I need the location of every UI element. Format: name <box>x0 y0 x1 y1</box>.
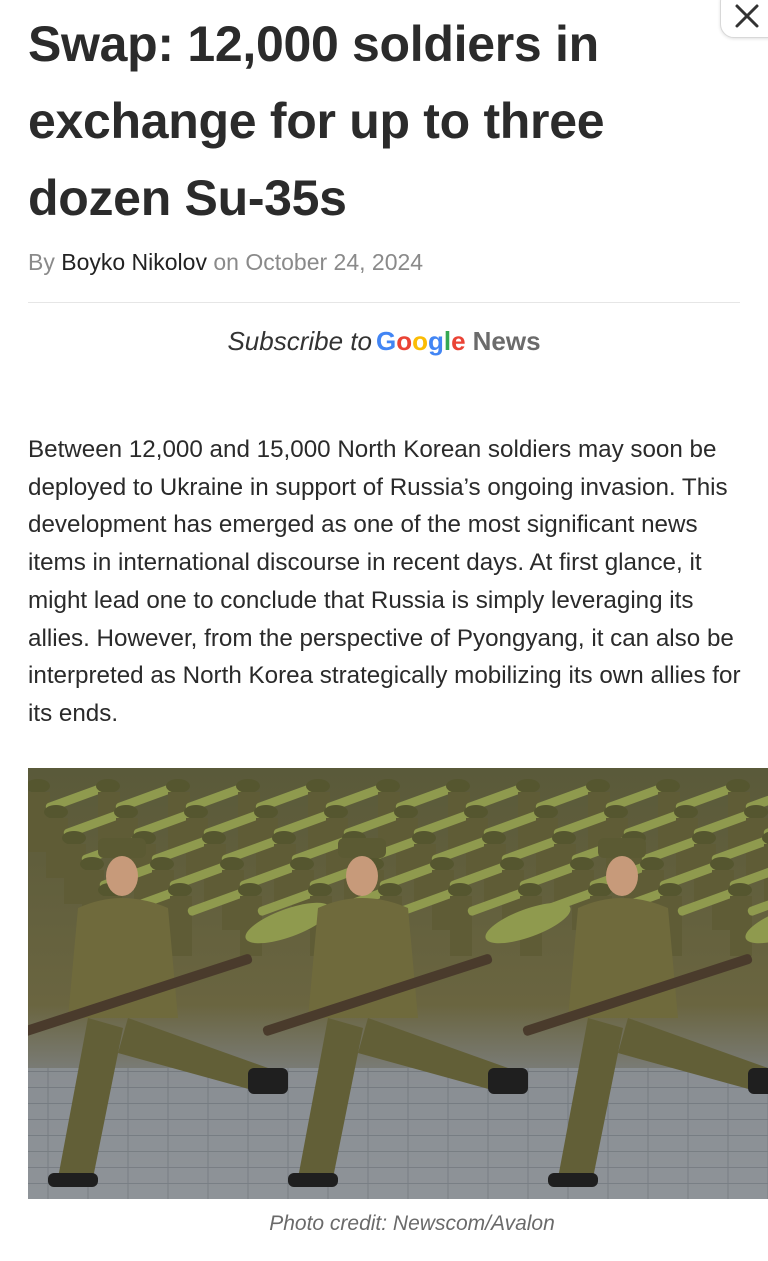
divider <box>28 302 740 303</box>
close-icon <box>735 4 759 28</box>
article-paragraph: Between 12,000 and 15,000 North Korean s… <box>28 436 741 727</box>
soldiers-parade-image <box>28 768 768 1199</box>
news-text: News <box>472 326 541 356</box>
byline: By Boyko Nikolov on October 24, 2024 <box>28 246 423 278</box>
subscribe-text: Subscribe to <box>227 326 372 356</box>
google-letter: e <box>451 326 466 356</box>
article-photo <box>28 768 768 1199</box>
google-letter: g <box>428 326 444 356</box>
author-link[interactable]: Boyko Nikolov <box>61 249 207 275</box>
byline-on: on <box>213 249 239 275</box>
google-letter: G <box>376 326 397 356</box>
google-letter: o <box>396 326 413 356</box>
photo-caption: Photo credit: Newscom/Avalon <box>269 1212 555 1235</box>
byline-prefix: By <box>28 249 55 275</box>
google-logo-text: Google <box>376 326 466 356</box>
publish-date: October 24, 2024 <box>245 249 424 275</box>
google-letter: o <box>412 326 429 356</box>
close-button[interactable] <box>720 0 768 38</box>
article-title: Swap: 12,000 soldiers in exchange for up… <box>28 16 605 226</box>
subscribe-google-news-link[interactable]: Subscribe to Google News <box>0 322 768 360</box>
